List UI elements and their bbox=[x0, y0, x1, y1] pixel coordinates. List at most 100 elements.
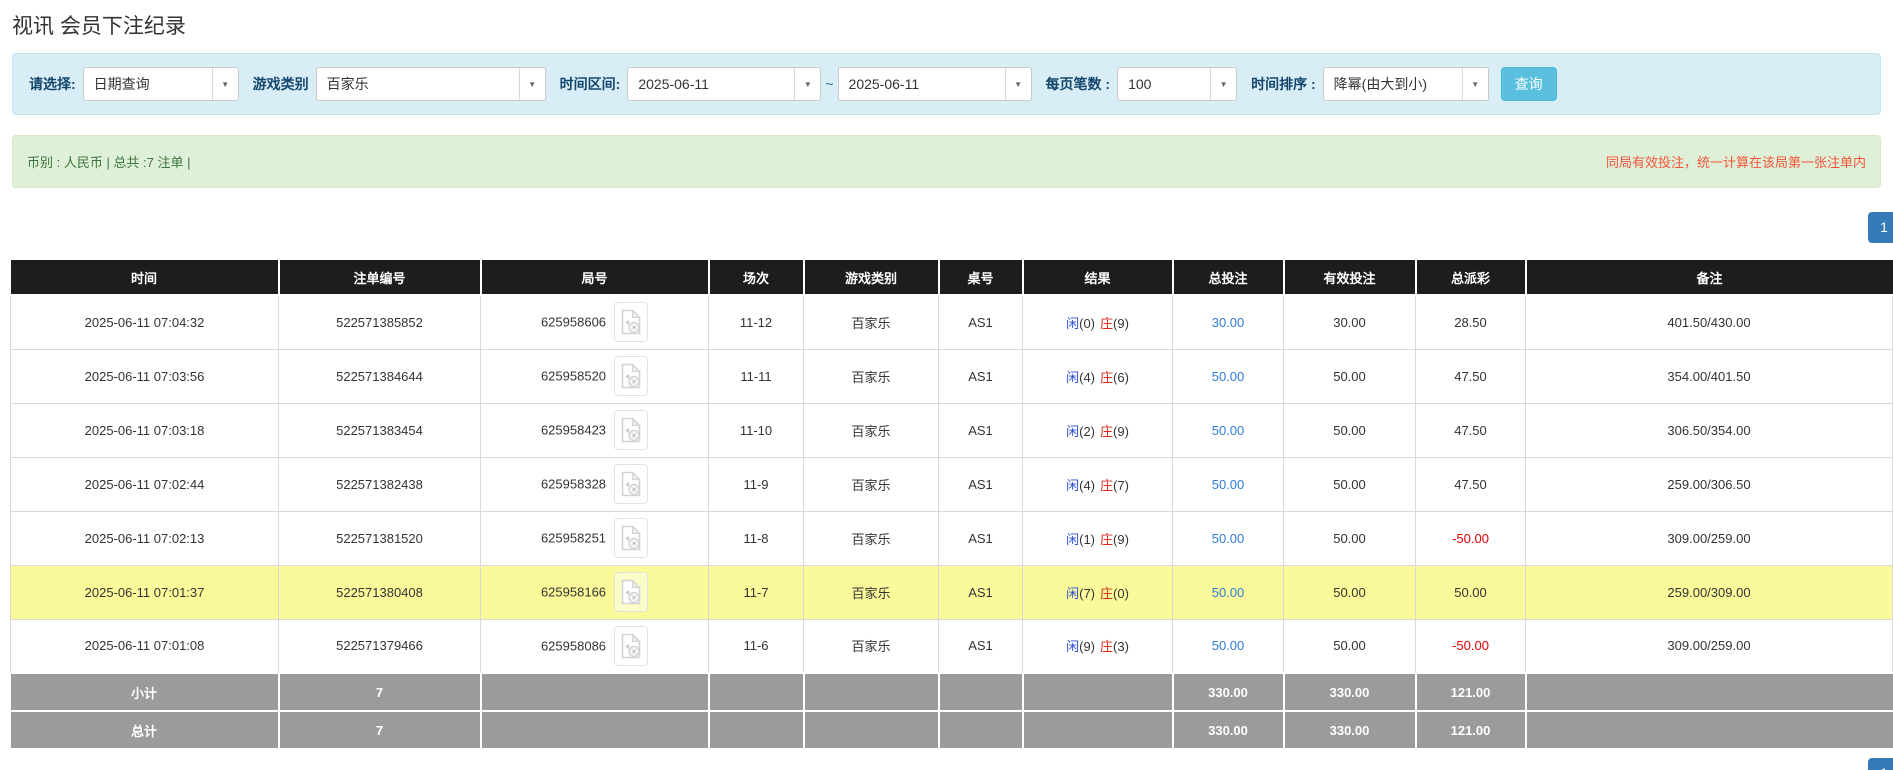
table-row: 2025-06-11 07:03:18522571383454625958423… bbox=[11, 403, 1893, 457]
total-row-label: 总计 bbox=[11, 711, 279, 749]
result-banker-value: (9) bbox=[1113, 532, 1129, 547]
cell-session: 11-7 bbox=[709, 565, 804, 619]
total-bet-link[interactable]: 50.00 bbox=[1212, 477, 1245, 492]
total-bet-link[interactable]: 50.00 bbox=[1212, 423, 1245, 438]
payout-value: 47.50 bbox=[1454, 423, 1487, 438]
cell-valid-bet: 50.00 bbox=[1284, 565, 1416, 619]
subtotal-row-table-no bbox=[939, 673, 1023, 711]
subtotal-row-remark bbox=[1526, 673, 1893, 711]
result-banker-label: 庄 bbox=[1100, 586, 1113, 601]
video-replay-button[interactable] bbox=[614, 464, 648, 504]
cell-game-type: 百家乐 bbox=[804, 349, 939, 403]
round-id-text: 625958086 bbox=[541, 638, 606, 653]
total-row-payout: 121.00 bbox=[1416, 711, 1526, 749]
total-bet-link[interactable]: 50.00 bbox=[1212, 531, 1245, 546]
total-bet-link[interactable]: 50.00 bbox=[1212, 369, 1245, 384]
cell-bet-id: 522571382438 bbox=[279, 457, 481, 511]
table-header-row: 时间注单编号局号场次游戏类别桌号结果总投注有效投注总派彩备注 bbox=[11, 260, 1893, 295]
cell-bet-id: 522571380408 bbox=[279, 565, 481, 619]
video-file-icon bbox=[621, 471, 641, 497]
game-type-select[interactable]: 百家乐 ▼ bbox=[316, 67, 546, 101]
result-banker-value: (7) bbox=[1113, 478, 1129, 493]
result-player-value: (7) bbox=[1079, 586, 1095, 601]
cell-total-bet: 50.00 bbox=[1173, 565, 1284, 619]
round-id-text: 625958328 bbox=[541, 477, 606, 492]
date-from-input[interactable]: 2025-06-11 ▼ bbox=[627, 67, 821, 101]
query-type-select[interactable]: 日期查询 ▼ bbox=[83, 67, 239, 101]
cell-time: 2025-06-11 07:01:08 bbox=[11, 619, 279, 673]
column-header-result: 结果 bbox=[1023, 260, 1173, 295]
video-file-icon bbox=[621, 633, 641, 659]
cell-remark: 309.00/259.00 bbox=[1526, 619, 1893, 673]
total-bet-link[interactable]: 50.00 bbox=[1212, 638, 1245, 653]
video-replay-button[interactable] bbox=[614, 626, 648, 666]
video-replay-button[interactable] bbox=[614, 410, 648, 450]
cell-round-id: 625958423 bbox=[481, 403, 709, 457]
cell-time: 2025-06-11 07:03:56 bbox=[11, 349, 279, 403]
subtotal-row-round-id bbox=[481, 673, 709, 711]
subtotal-row-total-bet: 330.00 bbox=[1173, 673, 1284, 711]
cell-remark: 309.00/259.00 bbox=[1526, 511, 1893, 565]
payout-value: 50.00 bbox=[1454, 585, 1487, 600]
cell-result: 闲(1)庄(9) bbox=[1023, 511, 1173, 565]
video-file-icon bbox=[621, 525, 641, 551]
cell-bet-id: 522571379466 bbox=[279, 619, 481, 673]
time-sort-value: 降幂(由大到小) bbox=[1324, 74, 1462, 94]
subtotal-row-label: 小计 bbox=[11, 673, 279, 711]
video-replay-button[interactable] bbox=[614, 572, 648, 612]
cell-total-bet: 50.00 bbox=[1173, 349, 1284, 403]
filter-panel: 请选择: 日期查询 ▼ 游戏类别 百家乐 ▼ 时间区间: 2025-06-11 … bbox=[12, 53, 1881, 115]
result-player-label: 闲 bbox=[1066, 424, 1079, 439]
video-replay-button[interactable] bbox=[614, 518, 648, 558]
cell-round-id: 625958328 bbox=[481, 457, 709, 511]
cell-payout: 50.00 bbox=[1416, 565, 1526, 619]
video-replay-button[interactable] bbox=[614, 356, 648, 396]
chevron-down-icon: ▼ bbox=[212, 68, 238, 100]
cell-table-no: AS1 bbox=[939, 349, 1023, 403]
cell-session: 11-11 bbox=[709, 349, 804, 403]
cell-session: 11-9 bbox=[709, 457, 804, 511]
total-row-result bbox=[1023, 711, 1173, 749]
pagination-bottom-page-1[interactable]: 1 bbox=[1868, 758, 1893, 770]
time-sort-select[interactable]: 降幂(由大到小) ▼ bbox=[1323, 67, 1489, 101]
cell-game-type: 百家乐 bbox=[804, 457, 939, 511]
currency-total-text: 币别 : 人民币 | 总共 :7 注单 | bbox=[27, 152, 191, 171]
cell-game-type: 百家乐 bbox=[804, 295, 939, 349]
cell-total-bet: 50.00 bbox=[1173, 511, 1284, 565]
result-player-value: (4) bbox=[1079, 478, 1095, 493]
total-row-round-id bbox=[481, 711, 709, 749]
total-row-session bbox=[709, 711, 804, 749]
column-header-round-id: 局号 bbox=[481, 260, 709, 295]
result-player-value: (9) bbox=[1079, 639, 1095, 654]
column-header-remark: 备注 bbox=[1526, 260, 1893, 295]
result-player-label: 闲 bbox=[1066, 316, 1079, 331]
table-row: 2025-06-11 07:04:32522571385852625958606… bbox=[11, 295, 1893, 349]
cell-payout: -50.00 bbox=[1416, 619, 1526, 673]
per-page-select[interactable]: 100 ▼ bbox=[1117, 67, 1237, 101]
cell-table-no: AS1 bbox=[939, 511, 1023, 565]
total-bet-link[interactable]: 30.00 bbox=[1212, 315, 1245, 330]
subtotal-row-count: 7 bbox=[279, 673, 481, 711]
cell-game-type: 百家乐 bbox=[804, 403, 939, 457]
video-replay-button[interactable] bbox=[614, 302, 648, 342]
payout-value: 47.50 bbox=[1454, 369, 1487, 384]
pagination-page-1[interactable]: 1 bbox=[1868, 212, 1893, 243]
betting-records-table: 时间注单编号局号场次游戏类别桌号结果总投注有效投注总派彩备注 2025-06-1… bbox=[10, 260, 1893, 750]
search-button[interactable]: 查询 bbox=[1501, 67, 1557, 101]
result-banker-label: 庄 bbox=[1100, 424, 1113, 439]
total-bet-link[interactable]: 50.00 bbox=[1212, 585, 1245, 600]
date-to-input[interactable]: 2025-06-11 ▼ bbox=[838, 67, 1032, 101]
column-header-time: 时间 bbox=[11, 260, 279, 295]
cell-result: 闲(0)庄(9) bbox=[1023, 295, 1173, 349]
cell-time: 2025-06-11 07:01:37 bbox=[11, 565, 279, 619]
result-player-value: (1) bbox=[1079, 532, 1095, 547]
cell-valid-bet: 50.00 bbox=[1284, 403, 1416, 457]
result-player-label: 闲 bbox=[1066, 478, 1079, 493]
chevron-down-icon: ▼ bbox=[1462, 68, 1488, 100]
cell-valid-bet: 50.00 bbox=[1284, 619, 1416, 673]
cell-result: 闲(4)庄(6) bbox=[1023, 349, 1173, 403]
cell-bet-id: 522571384644 bbox=[279, 349, 481, 403]
result-banker-label: 庄 bbox=[1100, 478, 1113, 493]
column-header-total-bet: 总投注 bbox=[1173, 260, 1284, 295]
cell-total-bet: 50.00 bbox=[1173, 403, 1284, 457]
